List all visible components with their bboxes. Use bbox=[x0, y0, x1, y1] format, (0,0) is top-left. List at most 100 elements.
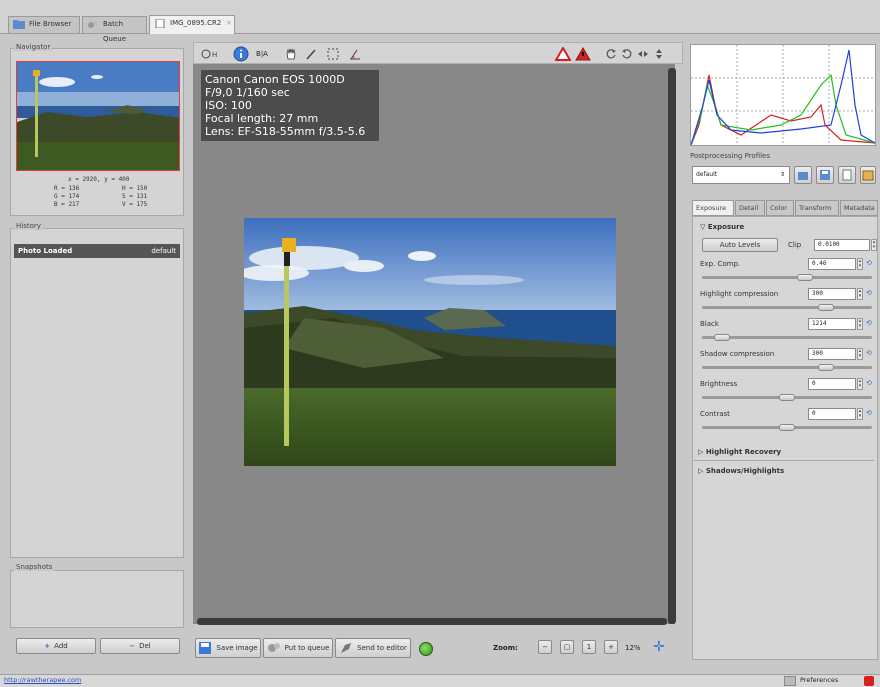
param-slider[interactable] bbox=[702, 364, 872, 371]
del-snapshot-button[interactable]: − Del bbox=[100, 638, 180, 654]
param-spinner[interactable]: ▴ ▾ bbox=[857, 348, 863, 360]
slider-handle[interactable] bbox=[818, 304, 834, 311]
exposure-header-label: Exposure bbox=[707, 223, 745, 231]
navigator-thumbnail[interactable] bbox=[16, 61, 180, 171]
horizontal-scrollbar[interactable] bbox=[197, 618, 667, 625]
param-spinner[interactable]: ▴ ▾ bbox=[857, 378, 863, 390]
tab-close-icon[interactable]: × bbox=[226, 16, 232, 31]
highlight-clipping-button[interactable] bbox=[554, 45, 571, 62]
preferences-button[interactable]: Preferences bbox=[800, 676, 838, 684]
slider-handle[interactable] bbox=[797, 274, 813, 281]
expander-open-icon: ▽ bbox=[700, 223, 708, 231]
tab-batch-queue[interactable]: Batch Queue bbox=[82, 16, 147, 43]
param-slider[interactable] bbox=[702, 394, 872, 401]
status-bar: http://rawtherapee.com Preferences bbox=[0, 674, 880, 687]
param-value-input[interactable]: 1214 bbox=[808, 318, 856, 330]
new-detail-window-icon[interactable]: ✛ bbox=[653, 639, 665, 655]
param-value-input[interactable]: 300 bbox=[808, 348, 856, 360]
slider-handle[interactable] bbox=[779, 394, 795, 401]
histogram bbox=[690, 44, 876, 146]
copy-profile-button[interactable] bbox=[838, 166, 856, 184]
tab-image-editor[interactable]: IMG_0895.CR2 × bbox=[149, 15, 235, 34]
flip-horizontal-button[interactable] bbox=[634, 45, 651, 62]
param-spinner[interactable]: ▴ ▾ bbox=[857, 408, 863, 420]
info-button[interactable] bbox=[232, 45, 249, 62]
param-value-input[interactable]: 0.46 bbox=[808, 258, 856, 270]
vertical-scrollbar[interactable] bbox=[668, 68, 676, 624]
hand-tool-button[interactable] bbox=[282, 45, 299, 62]
exif-exposure: F/9,0 1/160 sec bbox=[205, 86, 290, 99]
param-slider[interactable] bbox=[702, 274, 872, 281]
param-value-input[interactable]: 0 bbox=[808, 408, 856, 420]
param-slider[interactable] bbox=[702, 304, 872, 311]
put-to-queue-button[interactable]: Put to queue bbox=[263, 638, 333, 658]
save-profile-button[interactable] bbox=[816, 166, 834, 184]
zoom-100-button[interactable]: 1 bbox=[582, 640, 596, 654]
zoom-in-button[interactable]: + bbox=[604, 640, 618, 654]
param-spinner[interactable]: ▴ ▾ bbox=[857, 318, 863, 330]
clip-input[interactable]: 0.0100 bbox=[814, 239, 870, 251]
shadows-highlights-header[interactable]: ▷ Shadows/Highlights bbox=[698, 467, 784, 475]
clip-spinner[interactable]: ▴ ▾ bbox=[871, 239, 877, 251]
tab-detail[interactable]: Detail bbox=[735, 200, 765, 216]
tab-color[interactable]: Color bbox=[766, 200, 794, 216]
reset-icon[interactable]: ⟲ bbox=[866, 349, 874, 359]
paste-profile-button[interactable] bbox=[860, 166, 876, 184]
param-spinner[interactable]: ▴ ▾ bbox=[857, 288, 863, 300]
info-icon bbox=[233, 46, 248, 61]
add-snapshot-button[interactable]: + Add bbox=[16, 638, 96, 654]
preview-icon: H bbox=[201, 49, 217, 59]
tab-file-browser[interactable]: File Browser bbox=[8, 16, 80, 33]
website-link[interactable]: http://rawtherapee.com bbox=[4, 676, 81, 684]
minus-icon: − bbox=[129, 642, 136, 650]
zoom-out-button[interactable]: − bbox=[538, 640, 552, 654]
rotate-left-icon bbox=[606, 48, 616, 58]
tab-exposure[interactable]: Exposure bbox=[692, 200, 734, 216]
tab-metadata[interactable]: Metadata bbox=[840, 200, 878, 216]
profile-select[interactable]: default ⇕ bbox=[692, 166, 790, 184]
param-label: Shadow compression bbox=[700, 350, 775, 358]
processing-status-indicator bbox=[419, 642, 433, 656]
shadow-clipping-button[interactable] bbox=[574, 45, 591, 62]
param-spinner[interactable]: ▴ ▾ bbox=[857, 258, 863, 270]
slider-handle[interactable] bbox=[779, 424, 795, 431]
load-profile-button[interactable] bbox=[794, 166, 812, 184]
profile-select-value: default bbox=[696, 171, 718, 178]
highlight-recovery-header[interactable]: ▷ Highlight Recovery bbox=[698, 448, 781, 456]
auto-levels-button[interactable]: Auto Levels bbox=[702, 238, 778, 252]
slider-handle[interactable] bbox=[714, 334, 730, 341]
history-item-name: Photo Loaded bbox=[18, 247, 73, 255]
before-after-button[interactable]: B|A bbox=[252, 45, 272, 62]
param-slider[interactable] bbox=[702, 424, 872, 431]
save-image-button[interactable]: Save image bbox=[195, 638, 261, 658]
send-to-editor-button[interactable]: Send to editor bbox=[335, 638, 411, 658]
reset-icon[interactable]: ⟲ bbox=[866, 379, 874, 389]
slider-handle[interactable] bbox=[818, 364, 834, 371]
eyedropper-icon bbox=[305, 49, 316, 59]
exposure-section-header[interactable]: ▽ Exposure bbox=[700, 223, 744, 231]
reset-icon[interactable]: ⟲ bbox=[866, 319, 874, 329]
reset-icon[interactable]: ⟲ bbox=[866, 289, 874, 299]
rotate-left-button[interactable] bbox=[602, 45, 619, 62]
navigator-title: Navigator bbox=[14, 43, 53, 51]
history-item[interactable]: Photo Loaded default bbox=[14, 244, 180, 258]
tab-transform[interactable]: Transform bbox=[795, 200, 839, 216]
param-value-input[interactable]: 300 bbox=[808, 288, 856, 300]
snapshots-title: Snapshots bbox=[14, 563, 55, 571]
param-slider[interactable] bbox=[702, 334, 872, 341]
rotate-right-button[interactable] bbox=[618, 45, 635, 62]
param-value-input[interactable]: 0 bbox=[808, 378, 856, 390]
image-canvas[interactable]: Canon Canon EOS 1000D F/9,0 1/160 sec IS… bbox=[193, 64, 675, 624]
reset-icon[interactable]: ⟲ bbox=[866, 409, 874, 419]
send-to-editor-icon bbox=[341, 643, 352, 653]
folder-open-icon bbox=[798, 172, 808, 180]
straighten-tool-button[interactable] bbox=[346, 45, 363, 62]
reset-icon[interactable]: ⟲ bbox=[866, 259, 874, 269]
fullscreen-icon[interactable] bbox=[864, 676, 874, 686]
history-item-profile: default bbox=[151, 247, 176, 255]
white-balance-picker-button[interactable] bbox=[302, 45, 319, 62]
preview-toggle-button[interactable]: H bbox=[198, 45, 226, 62]
flip-vertical-button[interactable] bbox=[650, 45, 667, 62]
zoom-fit-button[interactable]: ▢ bbox=[560, 640, 574, 654]
crop-tool-button[interactable] bbox=[324, 45, 341, 62]
